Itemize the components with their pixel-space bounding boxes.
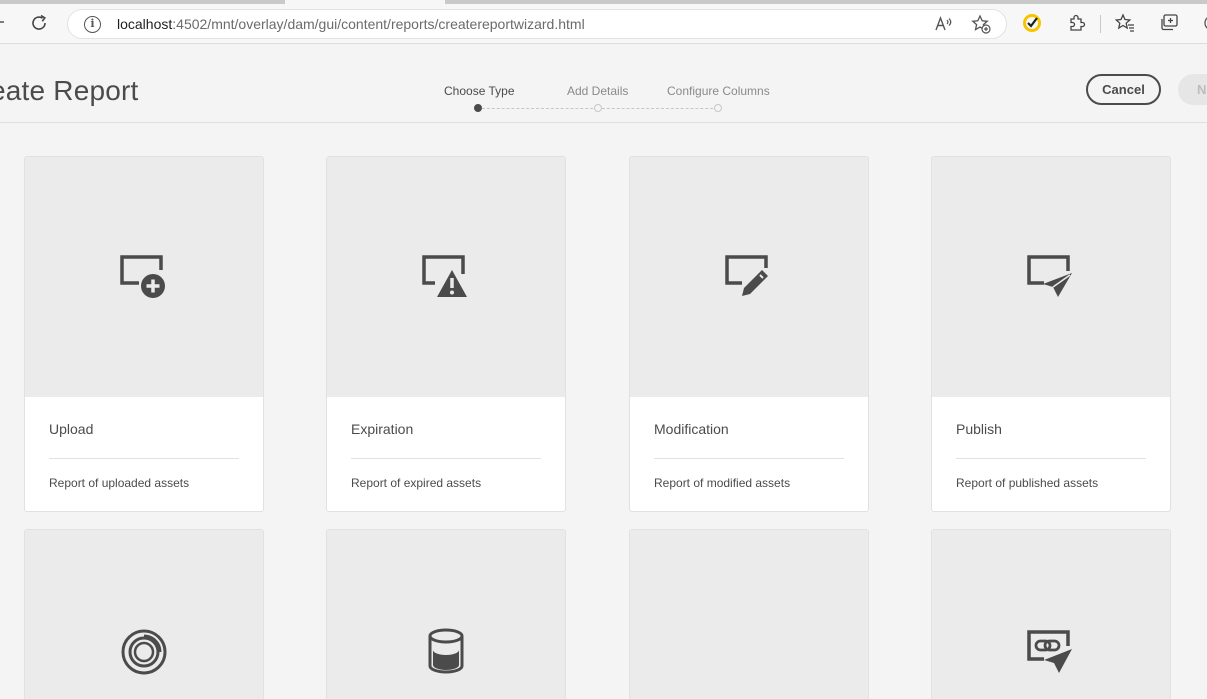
read-aloud-icon[interactable] (934, 14, 954, 34)
report-card-publish[interactable]: Publish Report of published assets (931, 156, 1171, 512)
card-description: Report of uploaded assets (49, 476, 190, 490)
step-choose-type[interactable]: Choose Type (444, 84, 515, 98)
add-favorite-icon[interactable] (971, 14, 991, 34)
card-divider (956, 458, 1146, 459)
report-card-link-share[interactable] (931, 529, 1171, 699)
card-thumbnail (932, 530, 1170, 699)
url-text[interactable]: localhost:4502/mnt/overlay/dam/gui/conte… (117, 16, 585, 32)
toolbar-divider (1100, 15, 1101, 33)
card-thumbnail (25, 157, 263, 397)
norton-check-icon[interactable] (1021, 12, 1043, 34)
cancel-button[interactable]: Cancel (1086, 74, 1161, 105)
step-indicator-add-details (594, 104, 602, 112)
next-button[interactable]: N (1178, 74, 1207, 105)
report-card-upload[interactable]: Upload Report of uploaded assets (24, 156, 264, 512)
card-divider (654, 458, 844, 459)
card-thumbnail (630, 530, 868, 699)
card-thumbnail (25, 530, 263, 699)
card-divider (49, 458, 239, 459)
disk-usage-report-icon (121, 629, 167, 674)
card-description: Report of modified assets (654, 476, 791, 490)
card-thumbnail (327, 157, 565, 397)
collections-icon[interactable] (1158, 12, 1180, 34)
profile-icon[interactable] (1200, 12, 1207, 34)
report-card-expiration[interactable]: Expiration Report of expired assets (326, 156, 566, 512)
expiration-report-icon (422, 255, 467, 297)
favorites-icon[interactable] (1114, 12, 1136, 34)
step-connector (482, 108, 598, 109)
card-thumbnail (327, 530, 565, 699)
step-add-details[interactable]: Add Details (567, 84, 628, 98)
publish-report-icon (1027, 255, 1072, 297)
storage-report-icon (428, 628, 464, 673)
browser-tab[interactable] (445, 0, 1207, 4)
card-title: Expiration (351, 421, 414, 437)
wizard-steps: Choose Type Add Details Configure Column… (430, 84, 790, 114)
step-indicator-configure-columns (714, 104, 722, 112)
address-bar[interactable]: i localhost:4502/mnt/overlay/dam/gui/con… (67, 9, 1007, 39)
card-description: Report of published assets (956, 476, 1099, 490)
card-title: Upload (49, 421, 94, 437)
modification-report-icon (725, 255, 768, 296)
upload-report-icon (120, 255, 165, 298)
extensions-icon[interactable] (1065, 12, 1087, 34)
step-connector (602, 108, 718, 109)
browser-toolbar: i localhost:4502/mnt/overlay/dam/gui/con… (0, 0, 1207, 44)
info-icon[interactable]: i (84, 16, 101, 33)
card-title: Modification (654, 421, 729, 437)
report-card-storage[interactable] (326, 529, 566, 699)
report-card-disk-usage[interactable] (24, 529, 264, 699)
report-card-unnamed[interactable] (629, 529, 869, 699)
card-thumbnail (630, 157, 868, 397)
browser-tab[interactable] (0, 0, 285, 4)
card-thumbnail (932, 157, 1170, 397)
link-share-report-icon (1027, 629, 1072, 673)
wizard-header: eate Report Choose Type Add Details Conf… (0, 44, 1207, 123)
card-divider (351, 458, 541, 459)
card-title: Publish (956, 421, 1002, 437)
step-configure-columns[interactable]: Configure Columns (667, 84, 770, 98)
step-indicator-choose-type (474, 104, 482, 112)
reload-icon[interactable] (26, 10, 52, 36)
card-description: Report of expired assets (351, 476, 482, 490)
page-title: eate Report (0, 75, 139, 106)
back-arrow-icon[interactable] (0, 12, 12, 32)
report-card-modification[interactable]: Modification Report of modified assets (629, 156, 869, 512)
